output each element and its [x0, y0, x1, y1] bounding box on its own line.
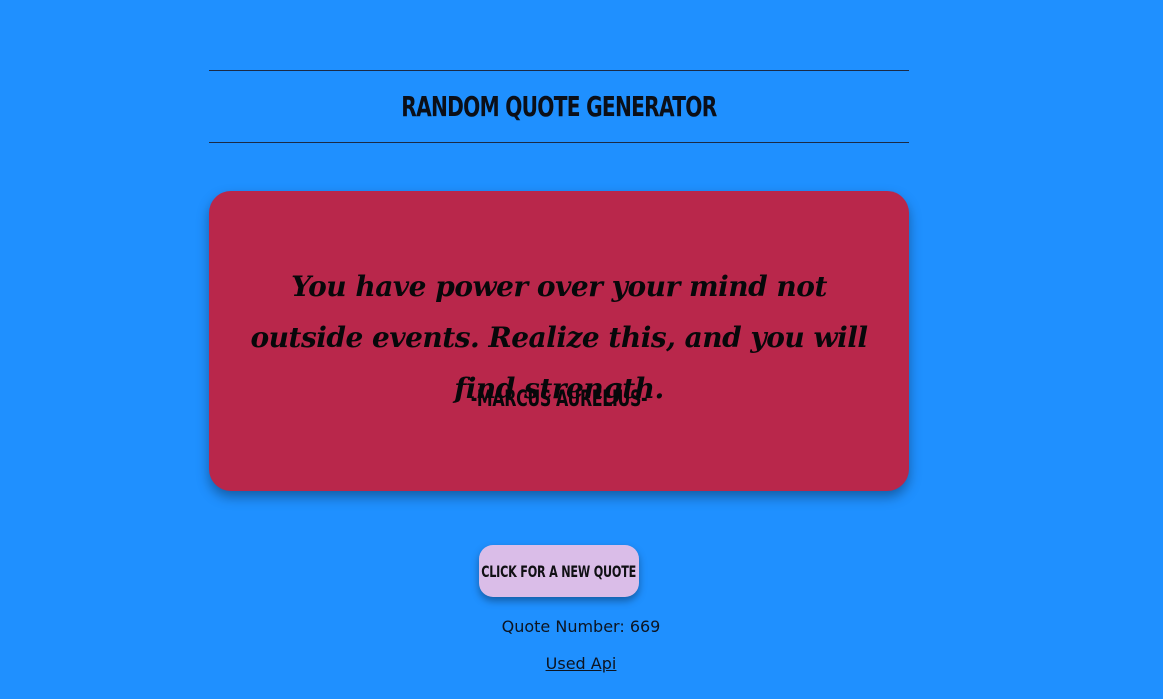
page-title: Random Quote Generator [401, 90, 717, 123]
quote-number: Quote Number: 669 [501, 617, 661, 636]
page-header: Random Quote Generator [209, 70, 909, 143]
used-api-link[interactable]: Used Api [22, 654, 1140, 673]
used-api-link-text[interactable]: Used Api [546, 654, 617, 673]
new-quote-button-label: Click for a new quote [481, 561, 637, 581]
quote-author: -Marcus Aurelius- [470, 387, 648, 412]
quote-card: You have power over your mind not outsid… [209, 191, 909, 491]
new-quote-button[interactable]: Click for a new quote [479, 545, 639, 597]
